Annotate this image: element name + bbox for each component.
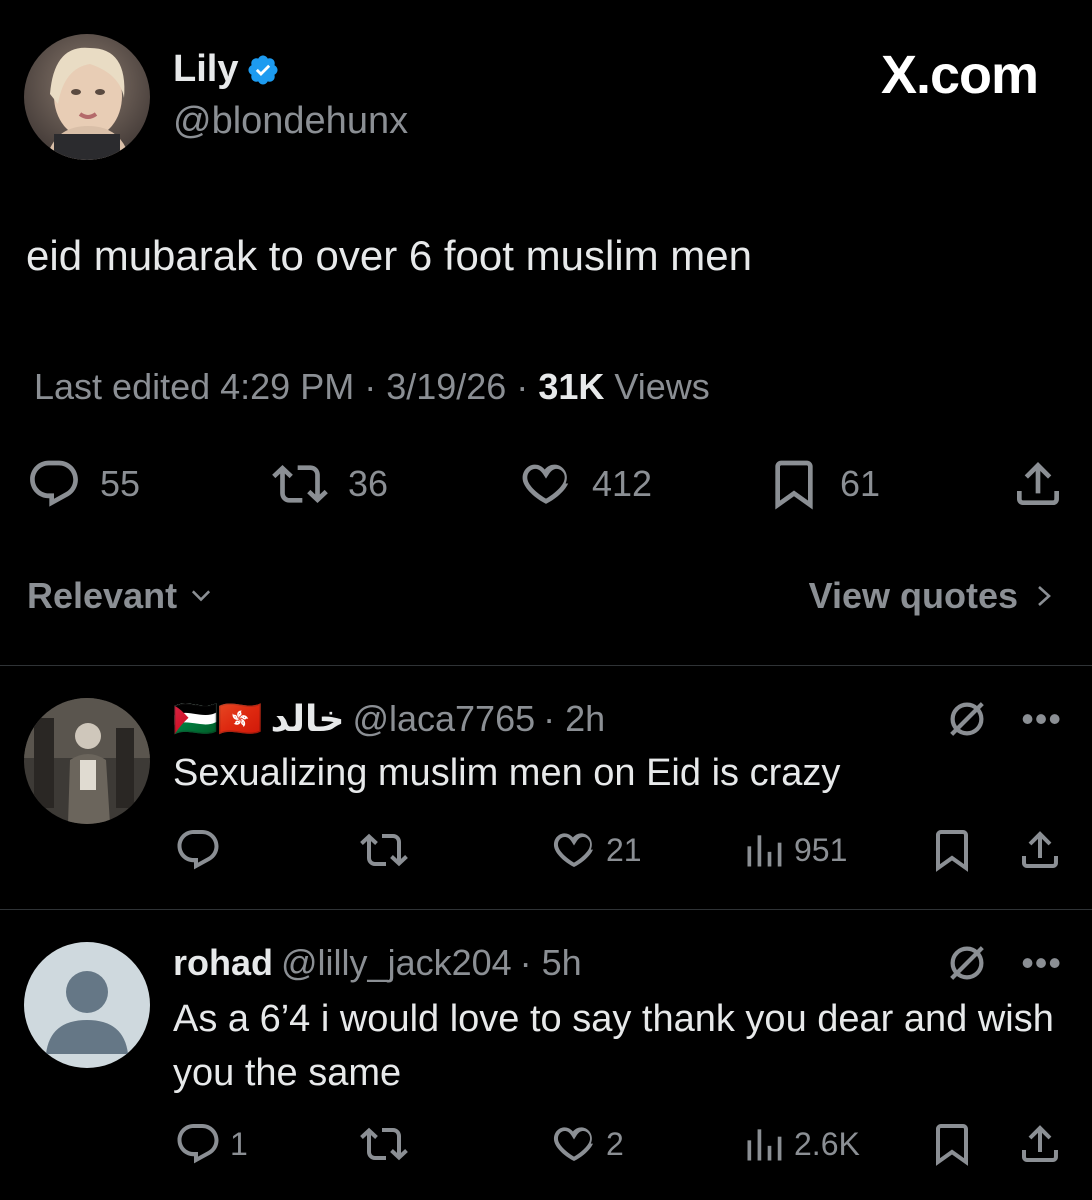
view-quotes-link[interactable]: View quotes [809,575,1056,617]
reply-author-name[interactable]: خالد [271,698,345,740]
sort-label: Relevant [27,575,178,616]
views-bar-chart-icon [747,835,782,867]
repost-icon [360,1127,408,1161]
bookmark-icon [936,830,968,872]
reply-views-count: 951 [794,831,848,868]
author-avatar[interactable] [24,34,150,160]
reply-bookmark-button[interactable] [928,826,976,874]
brand-watermark: X.com [880,45,1039,105]
reply-author-name[interactable]: rohad [173,942,273,984]
chevron-down-icon [192,590,211,602]
reply-like-count: 2 [606,1125,624,1162]
verified-badge-icon [248,54,278,85]
repost-icon [272,465,328,503]
reply-share-button[interactable] [1016,1120,1064,1168]
repost-icon [360,833,408,867]
heart-icon [522,464,569,504]
reply-reply-count: 1 [230,1125,248,1162]
share-icon [1022,1125,1058,1162]
edited-timestamp[interactable]: Last edited 4:29 PM · 3/19/26 · [34,366,528,407]
reply-time[interactable]: · 5h [520,942,582,984]
tweet-text: eid mubarak to over 6 foot muslim men [26,232,752,279]
author-avatar-image [24,34,150,160]
default-avatar-icon [24,942,150,1068]
view-quotes-label: View quotes [808,575,1018,616]
views-bar-chart-icon [747,1129,782,1161]
reply-header: rohad @lilly_jack204 · 5h [173,942,582,984]
share-icon [1017,462,1059,505]
reply-time[interactable]: · 2h [543,698,605,740]
reply-author-handle[interactable]: @lilly_jack204 [281,942,512,984]
tweet-action-bar: 55 36 412 61 [0,450,1092,520]
reply-avatar[interactable] [24,698,150,824]
views-label: Views [614,366,710,407]
like-count: 412 [592,463,653,504]
flag-icons: 🇵🇸🇭🇰 [173,698,263,739]
reply-avatar-image [24,698,150,824]
tweet-meta: Last edited 4:29 PM · 3/19/26 · 31K View… [34,366,710,408]
chevron-right-icon [1038,586,1051,606]
grok-icon[interactable] [944,696,990,742]
share-icon [1022,831,1058,868]
grok-icon[interactable] [944,940,990,986]
like-button[interactable]: 412 [518,456,652,512]
reply-bubble-icon [30,460,78,507]
heart-icon [553,1127,593,1161]
author-handle[interactable]: @blondehunx [173,100,408,143]
reply-reply-button[interactable] [174,826,230,874]
reply-share-button[interactable] [1016,826,1064,874]
reply-reply-button[interactable]: 1 [174,1120,248,1168]
reply-bubble-icon [177,1124,219,1164]
bookmark-icon [936,1124,968,1166]
reply-bookmark-button[interactable] [928,1120,976,1168]
divider [0,909,1092,910]
reply-like-count: 21 [606,831,642,868]
author-name[interactable]: Lily [173,48,280,91]
bookmark-count: 61 [840,463,881,504]
more-dots-icon[interactable]: ••• [1021,942,1062,984]
repost-count: 36 [348,463,389,504]
share-button[interactable] [1010,456,1066,512]
reply-count: 55 [100,463,141,504]
reply-text: Sexualizing muslim men on Eid is crazy [173,752,841,794]
reply-avatar[interactable] [24,942,150,1068]
reply-bubble-icon [177,830,219,870]
reply-repost-button[interactable] [358,1120,418,1168]
more-dots-icon[interactable]: ••• [1021,698,1062,740]
reply-author-handle[interactable]: @laca7765 [352,698,535,740]
sort-relevant-dropdown[interactable]: Relevant [27,575,215,617]
author-name-text: Lily [173,48,239,90]
reply-like-button[interactable]: 2 [550,1120,624,1168]
repost-button[interactable]: 36 [270,456,388,512]
reply-button[interactable]: 55 [26,456,140,512]
heart-icon [553,833,593,867]
bookmark-icon [775,460,813,510]
reply-text: As a 6’4 i would love to say thank you d… [173,998,1054,1094]
bookmark-button[interactable]: 61 [766,456,880,512]
reply-header: 🇵🇸🇭🇰 خالد @laca7765 · 2h [173,698,605,740]
reply-like-button[interactable]: 21 [550,826,642,874]
reply-views-button[interactable]: 951 [742,826,847,874]
views-count: 31K [538,366,605,407]
reply-repost-button[interactable] [358,826,418,874]
reply-views-button[interactable]: 2.6K [742,1120,860,1168]
reply-views-count: 2.6K [794,1125,860,1162]
divider [0,665,1092,666]
